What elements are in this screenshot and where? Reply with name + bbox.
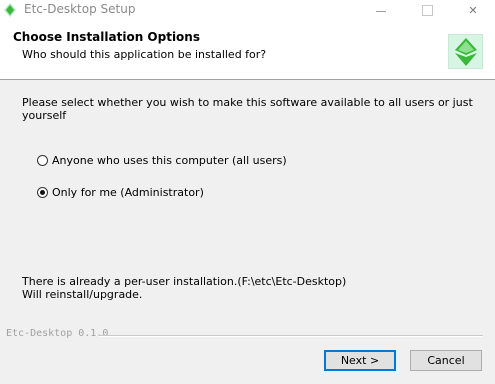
wizard-header: Choose Installation Options Who should t… xyxy=(0,20,495,80)
title-bar: Etc-Desktop Setup ✕ xyxy=(0,0,495,20)
radio-only-me[interactable]: Only for me (Administrator) xyxy=(37,186,204,199)
page-title: Choose Installation Options xyxy=(13,30,200,44)
instruction-text: Please select whether you wish to make t… xyxy=(22,96,473,122)
radio-button[interactable] xyxy=(37,187,48,198)
radio-all-users[interactable]: Anyone who uses this computer (all users… xyxy=(37,154,287,167)
page-subtitle: Who should this application be installed… xyxy=(22,48,267,61)
maximize-icon[interactable] xyxy=(412,0,442,20)
radio-button[interactable] xyxy=(37,155,48,166)
next-button[interactable]: Next > xyxy=(324,350,396,371)
reinstall-notice: Will reinstall/upgrade. xyxy=(22,288,143,301)
app-icon xyxy=(4,3,16,17)
minimize-icon[interactable] xyxy=(366,0,396,20)
radio-label: Only for me (Administrator) xyxy=(52,186,204,199)
ethereum-classic-logo-icon xyxy=(448,34,483,69)
close-icon[interactable]: ✕ xyxy=(458,0,488,20)
footer-divider xyxy=(99,335,483,337)
installer-branding: Etc-Desktop 0.1.0 xyxy=(6,328,109,339)
cancel-button[interactable]: Cancel xyxy=(410,350,482,371)
window-title: Etc-Desktop Setup xyxy=(24,2,136,16)
existing-install-notice: There is already a per-user installation… xyxy=(22,275,347,288)
radio-label: Anyone who uses this computer (all users… xyxy=(52,154,287,167)
